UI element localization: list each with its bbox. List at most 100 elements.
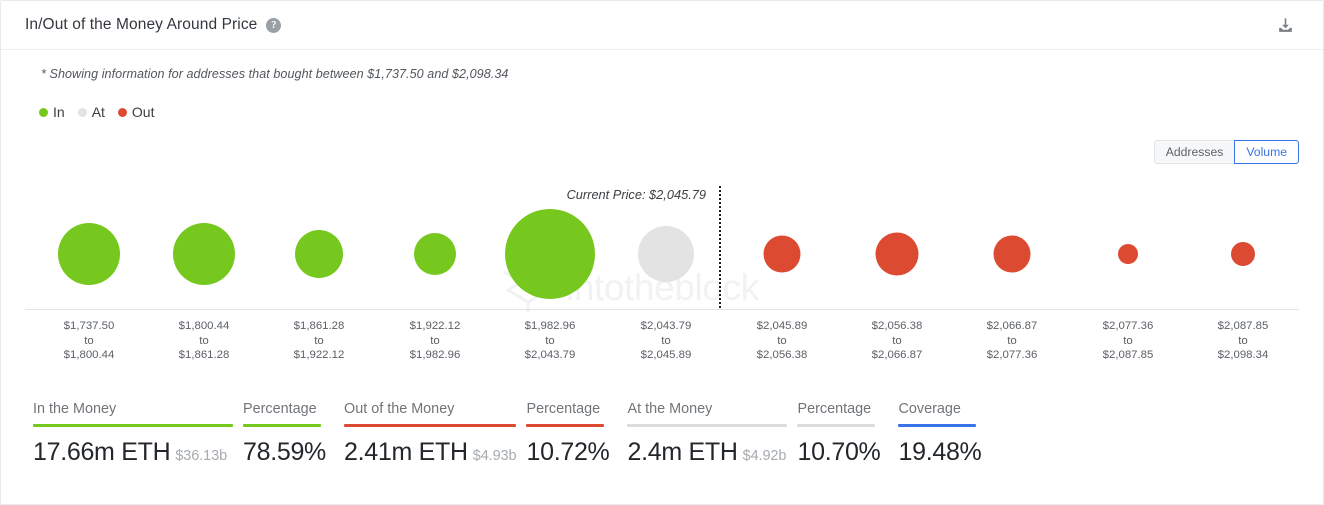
stat-col-percentage-3: Percentage 10.72% — [526, 401, 609, 467]
stat-label: Coverage — [898, 401, 981, 424]
axis-range-from: $1,737.50 — [64, 320, 115, 332]
stat-underline — [797, 424, 875, 427]
axis-label-5: $2,043.79to$2,045.89 — [641, 319, 692, 363]
axis-range-to: $1,800.44 — [64, 349, 115, 361]
card-header: In/Out of the Money Around Price ? — [1, 1, 1323, 50]
legend-dot-in — [39, 108, 48, 117]
metric-toggle-group: Addresses Volume — [1154, 140, 1299, 164]
stat-underline — [526, 424, 604, 427]
stat-value: 10.70% — [797, 438, 880, 467]
stat-underline — [243, 424, 321, 427]
stat-col-coverage-6: Coverage 19.48% — [898, 401, 981, 467]
axis-range-to: $2,098.34 — [1218, 349, 1269, 361]
legend-label-at: At — [92, 104, 105, 120]
axis-range-to: $2,077.36 — [987, 349, 1038, 361]
stat-underline — [33, 424, 233, 427]
stat-col-out-of-the-money-2: Out of the Money2.41m ETH$4.93b — [344, 401, 516, 467]
axis-label-1: $1,800.44to$1,861.28 — [179, 319, 230, 363]
axis-label-4: $1,982.96 to $2,043.79 — [525, 319, 576, 363]
axis-range-from: $2,045.89 — [757, 320, 808, 332]
stat-underline — [627, 424, 787, 427]
stat-value: 19.48% — [898, 438, 981, 467]
stat-label: Percentage — [797, 401, 880, 424]
axis-range-from: $1,861.28 — [294, 320, 345, 332]
bubble-in-3[interactable] — [414, 233, 456, 275]
toggle-addresses-button[interactable]: Addresses — [1154, 140, 1236, 164]
axis-range-from: $2,077.36 — [1103, 320, 1154, 332]
axis-range-to: $1,922.12 — [294, 349, 345, 361]
current-price-line — [719, 186, 721, 308]
axis-range-from: $1,800.44 — [179, 320, 230, 332]
axis-range-sep: to — [84, 335, 94, 347]
stat-col-at-the-money-4: At the Money 2.4m ETH$4.92b — [627, 401, 787, 467]
axis-range-to: $2,087.85 — [1103, 349, 1154, 361]
axis-range-sep: to — [545, 335, 555, 347]
stat-underline — [898, 424, 976, 427]
stat-label: In the Money — [33, 401, 233, 424]
legend-label-in: In — [53, 104, 65, 120]
bubble-at-5[interactable] — [638, 226, 694, 282]
stat-label: Percentage — [526, 401, 609, 424]
stat-value: 2.4m ETH$4.92b — [627, 438, 787, 467]
axis-range-to: $2,043.79 — [525, 349, 576, 361]
axis-range-from: $2,043.79 — [641, 320, 692, 332]
axis-range-sep: to — [314, 335, 324, 347]
bubble-out-9[interactable] — [1118, 244, 1138, 264]
stat-value: 10.72% — [526, 438, 609, 467]
legend-item-out[interactable]: Out — [118, 104, 155, 120]
bubble-out-10[interactable] — [1231, 242, 1255, 266]
axis-range-to: $2,066.87 — [872, 349, 923, 361]
stat-col-in-the-money-0: In the Money 17.66m ETH$36.13b — [33, 401, 233, 467]
download-icon[interactable] — [1271, 11, 1299, 39]
axis-range-from: $2,087.85 — [1218, 320, 1269, 332]
summary-stats: In the Money 17.66m ETH$36.13b Percentage 7… — [33, 401, 981, 467]
axis-divider — [25, 309, 1299, 310]
stat-value: 78.59% — [243, 438, 326, 467]
stat-subvalue: $4.92b — [743, 448, 787, 464]
current-price-label: Current Price: $2,045.79 — [567, 187, 719, 202]
axis-range-to: $1,861.28 — [179, 349, 230, 361]
axis-label-10: $2,087.85 to $2,098.34 — [1218, 319, 1269, 363]
legend-dot-out — [118, 108, 127, 117]
axis-range-sep: to — [892, 335, 902, 347]
bubble-in-4[interactable] — [505, 209, 595, 299]
axis-range-sep: to — [1238, 335, 1248, 347]
toggle-volume-button[interactable]: Volume — [1234, 140, 1299, 164]
axis-label-9: $2,077.36 to $2,087.85 — [1103, 319, 1154, 363]
axis-range-from: $1,982.96 — [525, 320, 576, 332]
bubble-in-0[interactable] — [58, 223, 120, 285]
stat-value: 17.66m ETH$36.13b — [33, 438, 233, 467]
axis-label-6: $2,045.89to$2,056.38 — [757, 319, 808, 363]
stat-underline — [344, 424, 516, 427]
stat-subvalue: $4.93b — [473, 448, 517, 464]
axis-range-from: $1,922.12 — [410, 320, 461, 332]
axis-label-2: $1,861.28 to $1,922.12 — [294, 319, 345, 363]
stat-label: Percentage — [243, 401, 326, 424]
axis-range-from: $2,066.87 — [987, 320, 1038, 332]
chart-legend: In At Out — [39, 104, 155, 120]
axis-range-from: $2,056.38 — [872, 320, 923, 332]
bubble-in-1[interactable] — [173, 223, 235, 285]
info-note: * Showing information for addresses that… — [41, 67, 508, 81]
axis-label-7: $2,056.38 to $2,066.87 — [872, 319, 923, 363]
bubble-out-6[interactable] — [764, 236, 801, 273]
axis-label-0: $1,737.50 to $1,800.44 — [64, 319, 115, 363]
legend-dot-at — [78, 108, 87, 117]
legend-item-at[interactable]: At — [78, 104, 105, 120]
stat-subvalue: $36.13b — [175, 448, 227, 464]
question-mark-icon[interactable]: ? — [266, 18, 281, 33]
stat-col-percentage-1: Percentage 78.59% — [243, 401, 326, 467]
axis-range-to: $2,056.38 — [757, 349, 808, 361]
legend-item-in[interactable]: In — [39, 104, 65, 120]
stat-value: 2.41m ETH$4.93b — [344, 438, 516, 467]
axis-labels: $1,737.50to$1,800.44$1,800.44to$1,861.28… — [1, 319, 1324, 373]
axis-range-sep: to — [1123, 335, 1133, 347]
axis-range-to: $2,045.89 — [641, 349, 692, 361]
bubble-out-8[interactable] — [994, 236, 1031, 273]
axis-range-sep: to — [1007, 335, 1017, 347]
page-title: In/Out of the Money Around Price — [25, 16, 257, 34]
bubble-out-7[interactable] — [876, 233, 919, 276]
stat-label: At the Money — [627, 401, 787, 424]
axis-label-3: $1,922.12to$1,982.96 — [410, 319, 461, 363]
bubble-in-2[interactable] — [295, 230, 343, 278]
